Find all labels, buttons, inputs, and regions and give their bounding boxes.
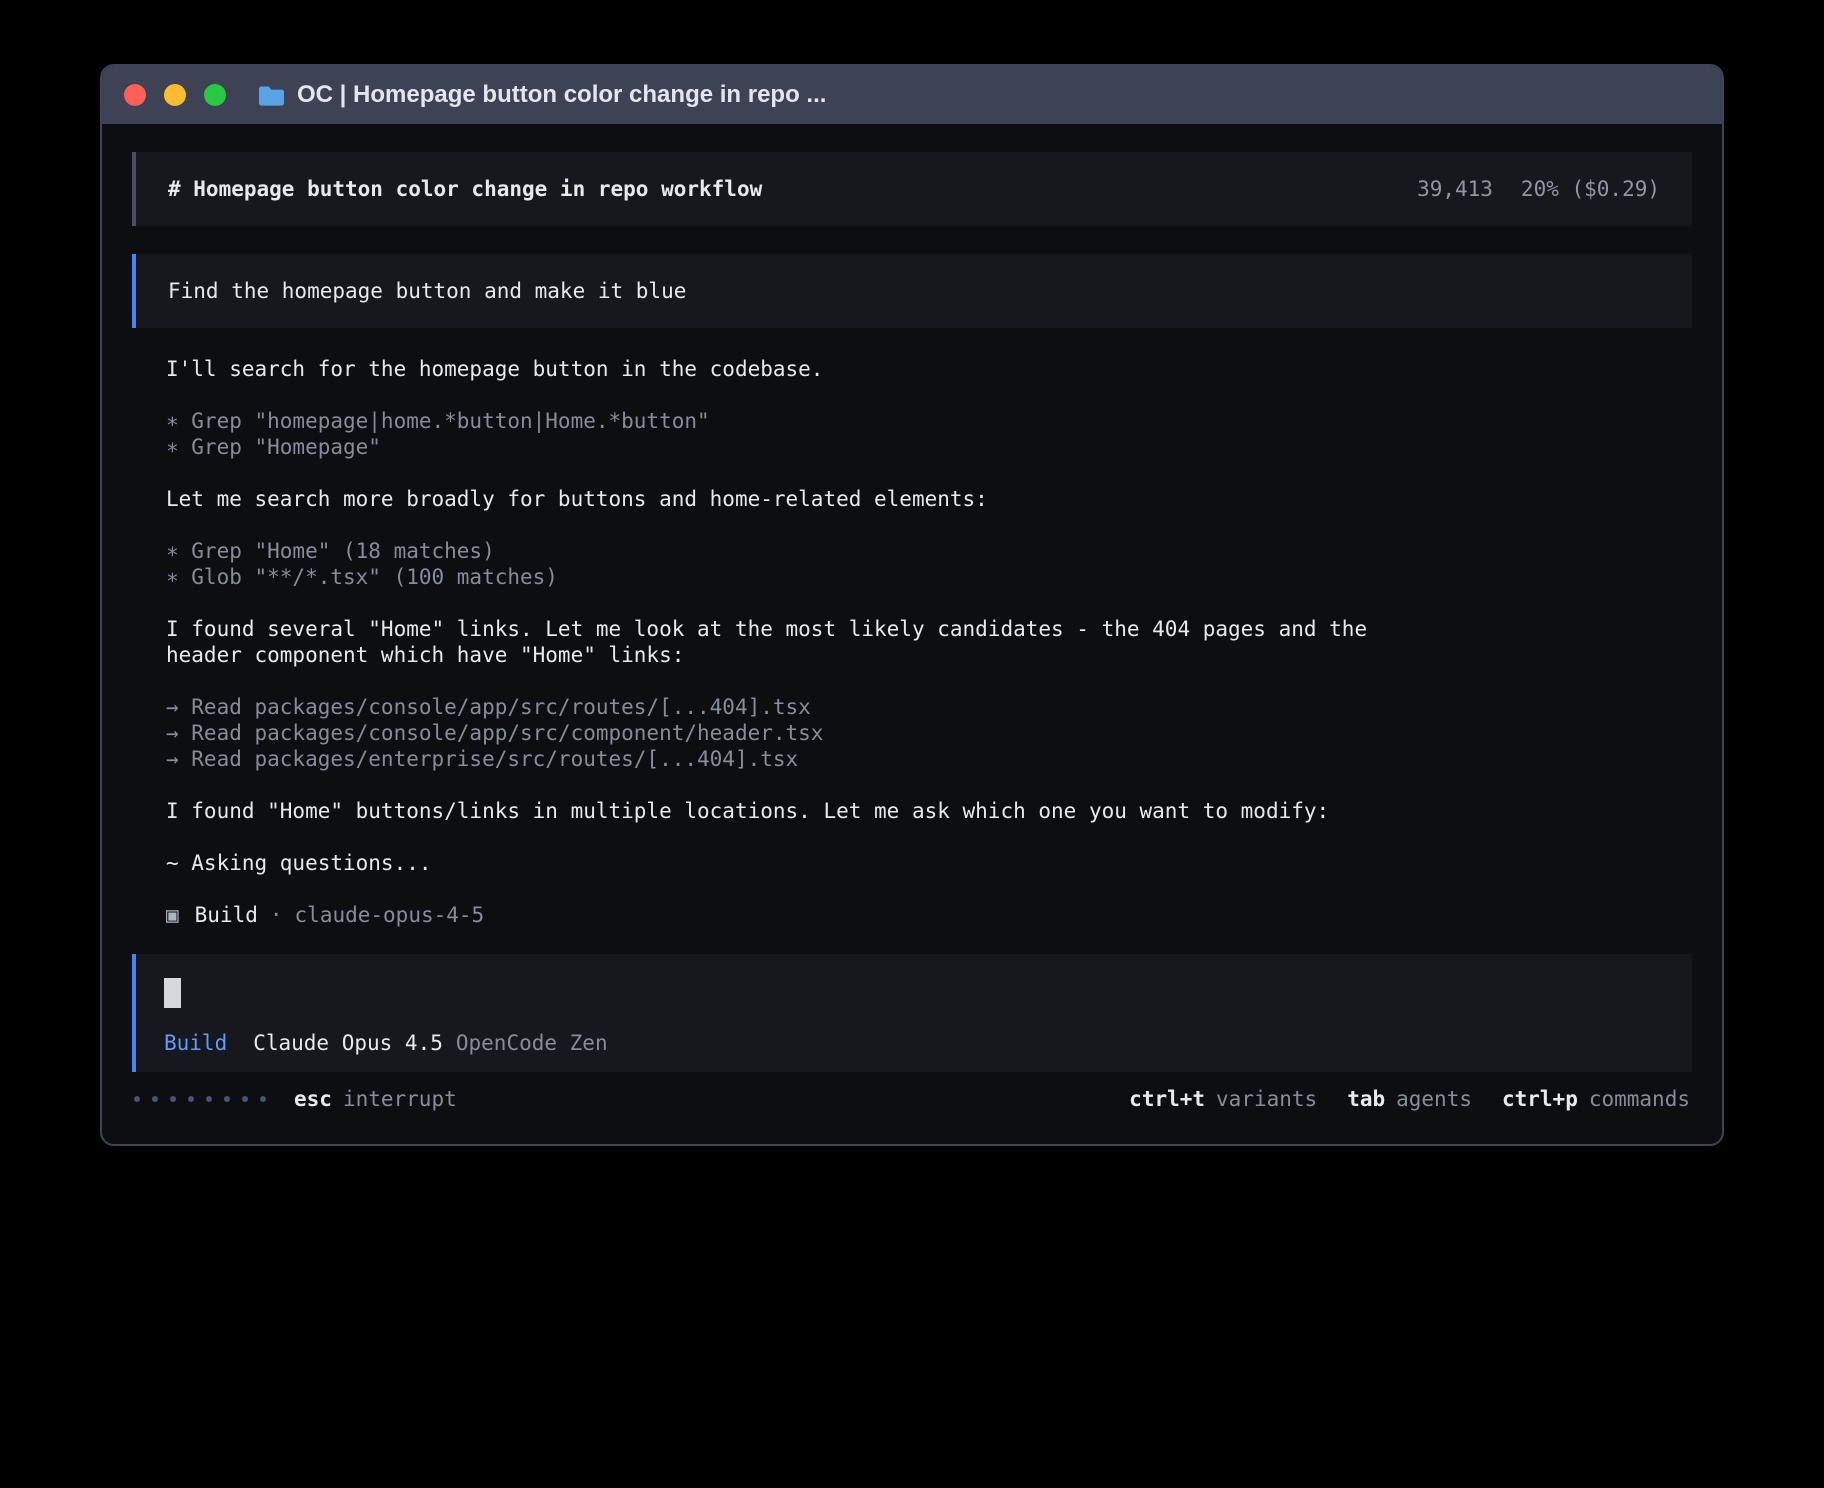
spinner-dot (224, 1096, 230, 1102)
status-bar-right: ctrl+tvariants tabagents ctrl+pcommands (1099, 1086, 1690, 1112)
tool-call-line: ∗ Glob "**/*.tsx" (100 matches) (166, 564, 1658, 590)
status-bar: esc interrupt ctrl+tvariants tabagents c… (132, 1082, 1692, 1116)
tool-call-line: → Read packages/console/app/src/componen… (166, 720, 1658, 746)
traffic-lights (124, 84, 226, 106)
assistant-transcript: I'll search for the homepage button in t… (132, 328, 1692, 928)
spinner-dot (152, 1096, 158, 1102)
tool-call-group: ∗ Grep "homepage|home.*button|Home.*butt… (166, 408, 1658, 460)
shortcut-variants: ctrl+tvariants (1129, 1086, 1317, 1112)
folder-icon (258, 85, 285, 106)
spinner-dot (206, 1096, 212, 1102)
minimize-button[interactable] (164, 84, 186, 106)
session-header: # Homepage button color change in repo w… (132, 152, 1692, 226)
agent-model: claude-opus-4-5 (295, 902, 485, 928)
esc-key-label: interrupt (343, 1086, 457, 1112)
tool-call-group: → Read packages/console/app/src/routes/[… (166, 694, 1658, 772)
terminal-body: # Homepage button color change in repo w… (102, 124, 1722, 1116)
session-stats: 39,413 20% ($0.29) (1417, 176, 1660, 202)
token-count: 39,413 (1417, 176, 1493, 202)
desktop-background: OC | Homepage button color change in rep… (0, 0, 1824, 1488)
shortcut-commands: ctrl+pcommands (1502, 1086, 1690, 1112)
user-message: Find the homepage button and make it blu… (132, 254, 1692, 328)
terminal-window: OC | Homepage button color change in rep… (100, 64, 1724, 1146)
tool-call-line: → Read packages/enterprise/src/routes/[.… (166, 746, 1658, 772)
tool-call-line: → Read packages/console/app/src/routes/[… (166, 694, 1658, 720)
context-usage: 20% ($0.29) (1521, 176, 1660, 202)
tool-call-line: ∗ Grep "homepage|home.*button|Home.*butt… (166, 408, 1658, 434)
spinner-dot (188, 1096, 194, 1102)
working-status: ~ Asking questions... (166, 850, 1658, 876)
tool-call-line: ∗ Grep "Home" (18 matches) (166, 538, 1658, 564)
status-bar-left: esc interrupt (134, 1086, 457, 1112)
agent-mode-badge: Build (164, 1030, 227, 1056)
window-titlebar[interactable]: OC | Homepage button color change in rep… (102, 66, 1722, 124)
tool-call-line: ∗ Grep "Homepage" (166, 434, 1658, 460)
assistant-text: I found "Home" buttons/links in multiple… (166, 798, 1428, 824)
dot-separator: · (270, 902, 283, 928)
provider-name: OpenCode Zen (456, 1030, 608, 1056)
input-footer: Build Claude Opus 4.5 OpenCode Zen (164, 1030, 1664, 1056)
user-message-text: Find the homepage button and make it blu… (168, 279, 686, 303)
assistant-text: I'll search for the homepage button in t… (166, 356, 1428, 382)
agent-line: ▣ Build · claude-opus-4-5 (166, 902, 1658, 928)
close-button[interactable] (124, 84, 146, 106)
zoom-button[interactable] (204, 84, 226, 106)
spinner-dot (242, 1096, 248, 1102)
shortcut-agents: tabagents (1347, 1086, 1472, 1112)
assistant-text: I found several "Home" links. Let me loo… (166, 616, 1428, 668)
prompt-input[interactable]: Build Claude Opus 4.5 OpenCode Zen (132, 954, 1692, 1072)
session-title: # Homepage button color change in repo w… (168, 176, 762, 202)
model-name: Claude Opus 4.5 (253, 1030, 443, 1056)
text-cursor (164, 978, 181, 1008)
spinner-dot (260, 1096, 266, 1102)
spinner-dot (170, 1096, 176, 1102)
spinner-dot (134, 1096, 140, 1102)
tool-call-group: ∗ Grep "Home" (18 matches) ∗ Glob "**/*.… (166, 538, 1658, 590)
spinner-dots (134, 1096, 266, 1102)
window-title: OC | Homepage button color change in rep… (297, 81, 826, 109)
agent-name: Build (195, 902, 258, 928)
agent-square-icon: ▣ (166, 902, 179, 928)
assistant-text: Let me search more broadly for buttons a… (166, 486, 1428, 512)
esc-key-hint: esc (294, 1086, 332, 1112)
